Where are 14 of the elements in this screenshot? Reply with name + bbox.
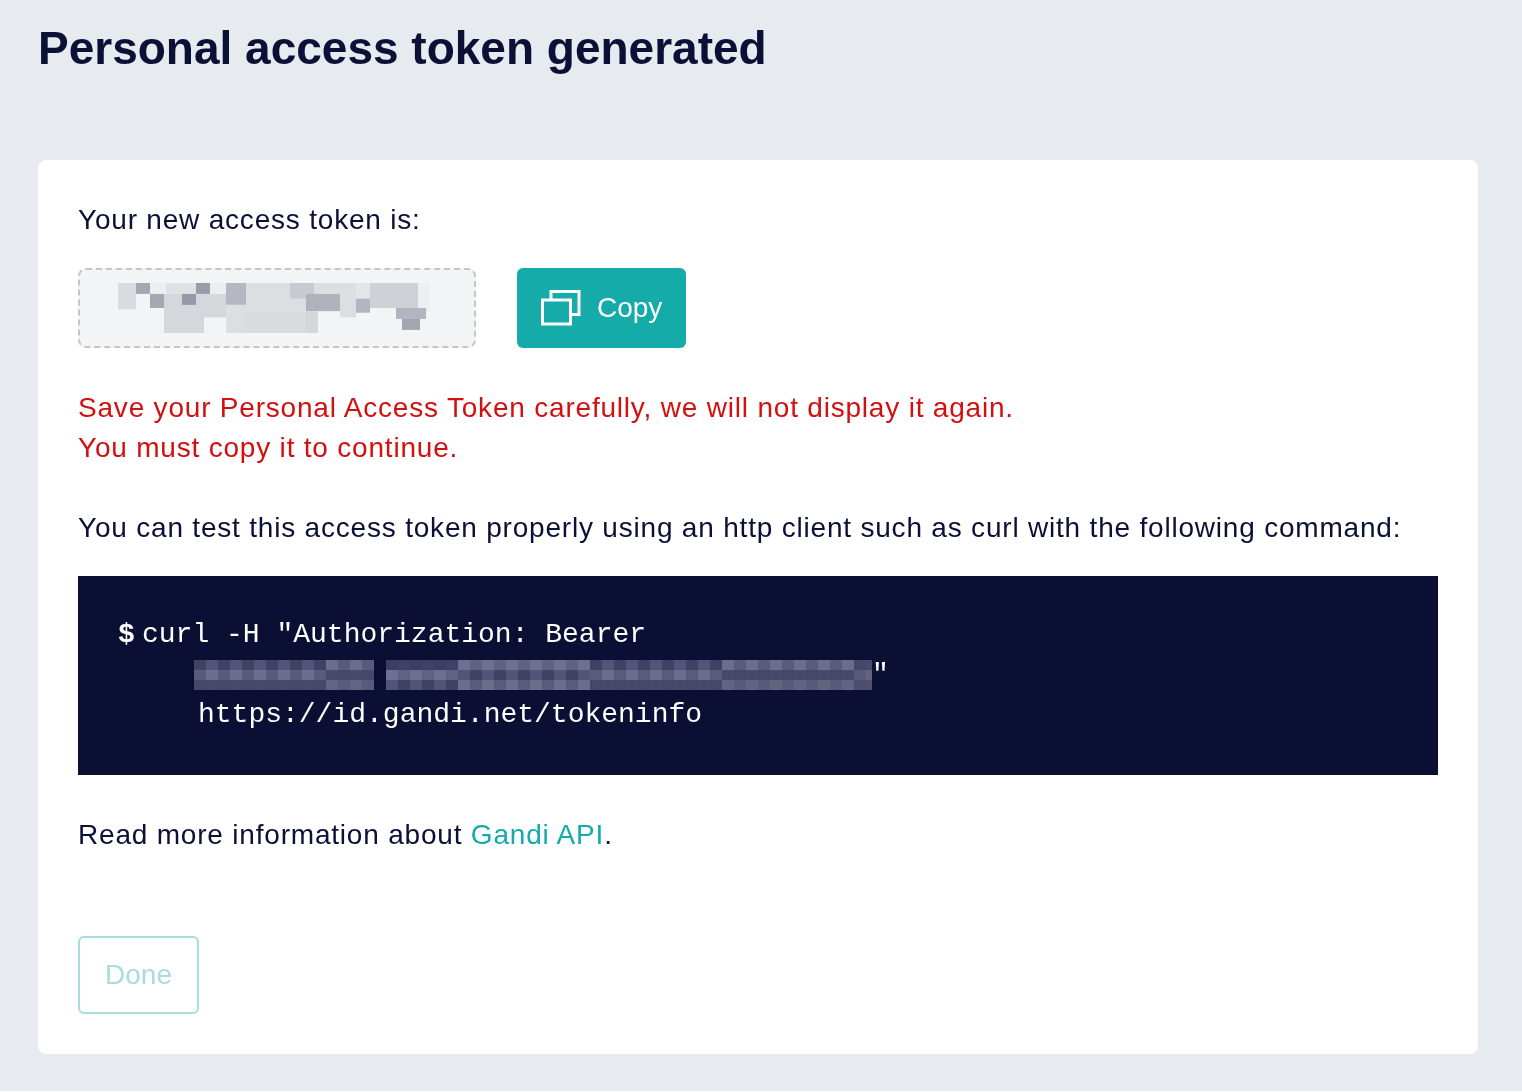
api-link[interactable]: Gandi API — [470, 819, 605, 850]
page-title: Personal access token generated — [38, 21, 768, 76]
code-text: https://id.gandi.net/tokeninfo — [198, 698, 703, 732]
info-text: Read more information about Gandi API. — [78, 818, 614, 852]
instruction-text: You can test this access token properly using an http client such as curl with the following command: — [78, 511, 1403, 545]
warning-text: You must copy it to continue. — [78, 431, 460, 465]
token-field[interactable] — [78, 268, 476, 348]
code-text: " — [872, 658, 889, 692]
code-text: curl -H "Authorization: Bearer — [142, 618, 647, 652]
intro-text: Your new access token is: — [78, 203, 422, 237]
warning-text: Save your Personal Access Token carefully, we will not display it again. — [78, 391, 1015, 425]
prompt-sign: $ — [118, 618, 136, 652]
copy-icon — [541, 290, 581, 326]
copy-button[interactable]: Copy — [517, 268, 687, 348]
